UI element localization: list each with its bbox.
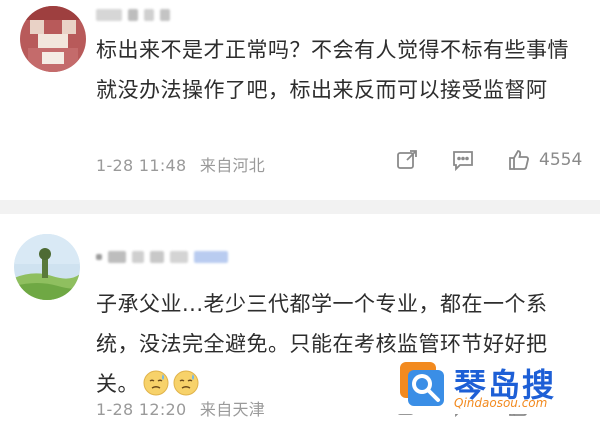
comment-date: 1-28 12:20 <box>96 400 187 419</box>
username-blurred[interactable] <box>96 8 170 22</box>
sweat-emoji-icon <box>173 369 199 396</box>
comment-actions: 4554 <box>395 148 582 172</box>
watermark-brand-en: Qindaosou.com <box>454 396 548 410</box>
comment-text: 标出来不是才正常吗？不会有人觉得不标有些事情就没办法操作了吧，标出来反而可以接受… <box>96 38 569 102</box>
user-avatar[interactable] <box>14 234 80 300</box>
watermark-logo: 琴岛搜 Qindaosou.com <box>394 356 594 414</box>
comment-meta: 1-28 11:48 来自河北 <box>96 152 273 176</box>
share-icon[interactable] <box>395 148 419 172</box>
user-avatar[interactable] <box>20 6 86 72</box>
magnifier-logo-icon <box>398 360 448 410</box>
like-count: 4554 <box>539 150 583 170</box>
comment-divider <box>0 200 600 214</box>
sweat-emoji-icon <box>143 369 169 396</box>
like-icon[interactable] <box>507 148 531 172</box>
username-blurred[interactable] <box>96 250 228 264</box>
comment-date: 1-28 11:48 <box>96 156 187 175</box>
comment-1: 标出来不是才正常吗？不会有人觉得不标有些事情就没办法操作了吧，标出来反而可以接受… <box>0 0 600 200</box>
comment-meta: 1-28 12:20 来自天津 <box>96 396 273 420</box>
comment-location: 来自天津 <box>199 400 266 419</box>
comment-icon[interactable] <box>451 148 475 172</box>
comment-location: 来自河北 <box>199 156 266 175</box>
